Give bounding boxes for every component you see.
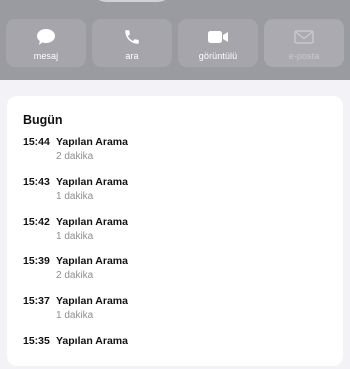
call-entry: 15:44 Yapılan Arama 2 dakika bbox=[23, 136, 323, 170]
email-button-label: e-posta bbox=[288, 51, 320, 61]
call-type: Yapılan Arama bbox=[56, 255, 128, 267]
call-time: 15:43 bbox=[23, 176, 50, 188]
call-entry: 15:37 Yapılan Arama 1 dakika bbox=[23, 295, 323, 329]
section-title-today: Bugün bbox=[23, 113, 63, 127]
call-type: Yapılan Arama bbox=[56, 216, 128, 228]
call-time: 15:42 bbox=[23, 216, 50, 228]
call-type: Yapılan Arama bbox=[56, 176, 128, 188]
call-duration: 1 dakika bbox=[56, 231, 94, 242]
call-entry: 15:43 Yapılan Arama 1 dakika bbox=[23, 176, 323, 210]
call-type: Yapılan Arama bbox=[56, 136, 128, 148]
call-type: Yapılan Arama bbox=[56, 295, 128, 307]
call-button[interactable]: ara bbox=[92, 19, 172, 67]
contact-header: mesaj ara görüntülü e-posta bbox=[0, 0, 350, 80]
message-bubble-icon bbox=[34, 27, 58, 47]
email-button[interactable]: e-posta bbox=[264, 19, 344, 67]
video-call-button-label: görüntülü bbox=[198, 51, 238, 61]
call-time: 15:39 bbox=[23, 255, 50, 267]
call-history-card: Bugün 15:44 Yapılan Arama 2 dakika 15:43… bbox=[7, 96, 343, 366]
message-button[interactable]: mesaj bbox=[6, 19, 86, 67]
call-entry: 15:39 Yapılan Arama 2 dakika bbox=[23, 255, 323, 289]
call-type: Yapılan Arama bbox=[56, 335, 128, 347]
call-entry: 15:42 Yapılan Arama 1 dakika bbox=[23, 216, 323, 250]
call-duration: 1 dakika bbox=[56, 191, 94, 202]
call-entry: 15:35 Yapılan Arama bbox=[23, 335, 323, 369]
phone-icon bbox=[120, 27, 144, 47]
call-duration: 2 dakika bbox=[56, 151, 94, 162]
call-duration: 1 dakika bbox=[56, 310, 94, 321]
call-time: 15:35 bbox=[23, 335, 50, 347]
call-time: 15:37 bbox=[23, 295, 50, 307]
envelope-icon bbox=[292, 27, 316, 47]
video-camera-icon bbox=[206, 27, 230, 47]
call-time: 15:44 bbox=[23, 136, 50, 148]
message-button-label: mesaj bbox=[33, 51, 59, 61]
contact-name-partial bbox=[92, 0, 172, 2]
call-duration: 2 dakika bbox=[56, 270, 94, 281]
call-button-label: ara bbox=[125, 51, 139, 61]
video-call-button[interactable]: görüntülü bbox=[178, 19, 258, 67]
